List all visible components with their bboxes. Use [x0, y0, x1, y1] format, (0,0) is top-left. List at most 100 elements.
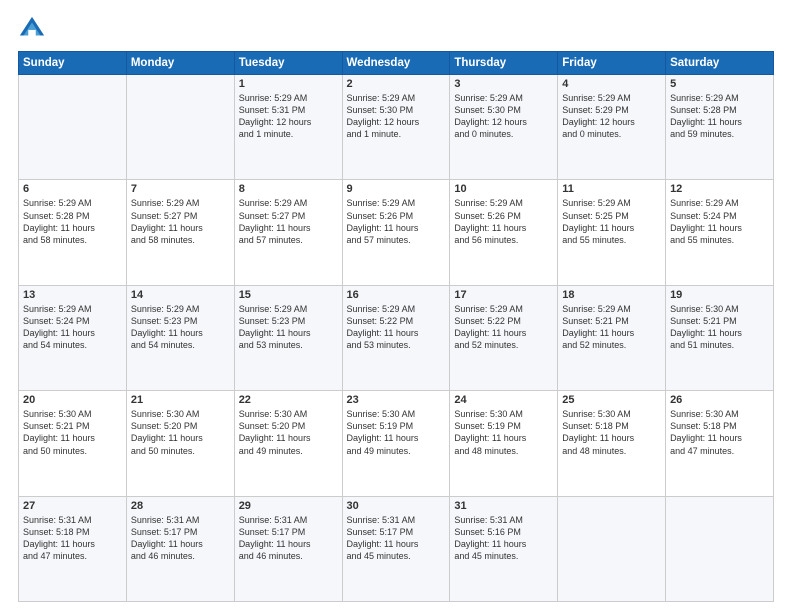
weekday-header: Tuesday [234, 52, 342, 75]
calendar-cell: 31 Sunrise: 5:31 AM Sunset: 5:16 PM Dayli… [450, 496, 558, 601]
page: SundayMondayTuesdayWednesdayThursdayFrid… [0, 0, 792, 612]
day-number: 2 [347, 78, 446, 90]
day-info: Sunrise: 5:29 AM Sunset: 5:28 PM Dayligh… [670, 92, 769, 141]
day-info: Sunrise: 5:29 AM Sunset: 5:25 PM Dayligh… [562, 197, 661, 246]
calendar-cell: 25 Sunrise: 5:30 AM Sunset: 5:18 PM Dayli… [558, 391, 666, 496]
day-number: 16 [347, 289, 446, 301]
calendar-cell: 15 Sunrise: 5:29 AM Sunset: 5:23 PM Dayli… [234, 285, 342, 390]
day-info: Sunrise: 5:29 AM Sunset: 5:28 PM Dayligh… [23, 197, 122, 246]
day-number: 8 [239, 183, 338, 195]
calendar-cell: 16 Sunrise: 5:29 AM Sunset: 5:22 PM Dayli… [342, 285, 450, 390]
day-number: 19 [670, 289, 769, 301]
day-info: Sunrise: 5:30 AM Sunset: 5:20 PM Dayligh… [131, 408, 230, 457]
calendar-cell: 12 Sunrise: 5:29 AM Sunset: 5:24 PM Dayli… [666, 180, 774, 285]
calendar-cell: 13 Sunrise: 5:29 AM Sunset: 5:24 PM Dayli… [19, 285, 127, 390]
weekday-header: Thursday [450, 52, 558, 75]
day-number: 24 [454, 394, 553, 406]
calendar-cell: 23 Sunrise: 5:30 AM Sunset: 5:19 PM Dayli… [342, 391, 450, 496]
calendar-cell: 10Sunrise: 5:29 AM Sunset: 5:26 PM Dayli… [450, 180, 558, 285]
day-number: 22 [239, 394, 338, 406]
calendar-cell: 7 Sunrise: 5:29 AM Sunset: 5:27 PM Daylig… [126, 180, 234, 285]
day-info: Sunrise: 5:29 AM Sunset: 5:23 PM Dayligh… [239, 303, 338, 352]
day-info: Sunrise: 5:29 AM Sunset: 5:23 PM Dayligh… [131, 303, 230, 352]
day-info: Sunrise: 5:29 AM Sunset: 5:27 PM Dayligh… [239, 197, 338, 246]
day-info: Sunrise: 5:29 AM Sunset: 5:22 PM Dayligh… [347, 303, 446, 352]
calendar-cell: 5 Sunrise: 5:29 AM Sunset: 5:28 PM Daylig… [666, 75, 774, 180]
day-number: 9 [347, 183, 446, 195]
calendar-cell: 14 Sunrise: 5:29 AM Sunset: 5:23 PM Dayli… [126, 285, 234, 390]
day-number: 4 [562, 78, 661, 90]
weekday-header: Wednesday [342, 52, 450, 75]
logo [18, 15, 50, 43]
day-info: Sunrise: 5:29 AM Sunset: 5:26 PM Dayligh… [454, 197, 553, 246]
day-number: 13 [23, 289, 122, 301]
day-number: 1 [239, 78, 338, 90]
day-info: Sunrise: 5:29 AM Sunset: 5:27 PM Dayligh… [131, 197, 230, 246]
calendar-week-row: 1 Sunrise: 5:29 AM Sunset: 5:31 PM Daylig… [19, 75, 774, 180]
day-info: Sunrise: 5:30 AM Sunset: 5:20 PM Dayligh… [239, 408, 338, 457]
calendar-header-row: SundayMondayTuesdayWednesdayThursdayFrid… [19, 52, 774, 75]
day-number: 30 [347, 500, 446, 512]
calendar-cell: 21 Sunrise: 5:30 AM Sunset: 5:20 PM Dayli… [126, 391, 234, 496]
day-info: Sunrise: 5:31 AM Sunset: 5:17 PM Dayligh… [239, 514, 338, 563]
calendar-cell [126, 75, 234, 180]
day-info: Sunrise: 5:30 AM Sunset: 5:21 PM Dayligh… [670, 303, 769, 352]
day-number: 31 [454, 500, 553, 512]
day-number: 20 [23, 394, 122, 406]
day-number: 29 [239, 500, 338, 512]
calendar-cell: 28Sunrise: 5:31 AM Sunset: 5:17 PM Dayli… [126, 496, 234, 601]
day-info: Sunrise: 5:29 AM Sunset: 5:24 PM Dayligh… [670, 197, 769, 246]
day-info: Sunrise: 5:29 AM Sunset: 5:26 PM Dayligh… [347, 197, 446, 246]
day-info: Sunrise: 5:31 AM Sunset: 5:17 PM Dayligh… [347, 514, 446, 563]
day-info: Sunrise: 5:30 AM Sunset: 5:19 PM Dayligh… [454, 408, 553, 457]
calendar-cell: 18 Sunrise: 5:29 AM Sunset: 5:21 PM Dayli… [558, 285, 666, 390]
day-info: Sunrise: 5:31 AM Sunset: 5:17 PM Dayligh… [131, 514, 230, 563]
day-info: Sunrise: 5:31 AM Sunset: 5:18 PM Dayligh… [23, 514, 122, 563]
calendar-week-row: 27 Sunrise: 5:31 AM Sunset: 5:18 PM Dayli… [19, 496, 774, 601]
calendar-table: SundayMondayTuesdayWednesdayThursdayFrid… [18, 51, 774, 602]
day-number: 12 [670, 183, 769, 195]
calendar-cell: 27 Sunrise: 5:31 AM Sunset: 5:18 PM Dayli… [19, 496, 127, 601]
calendar-cell: 22 Sunrise: 5:30 AM Sunset: 5:20 PM Dayli… [234, 391, 342, 496]
header [18, 15, 774, 43]
day-info: Sunrise: 5:29 AM Sunset: 5:24 PM Dayligh… [23, 303, 122, 352]
day-number: 18 [562, 289, 661, 301]
day-number: 17 [454, 289, 553, 301]
day-number: 21 [131, 394, 230, 406]
calendar-cell: 11Sunrise: 5:29 AM Sunset: 5:25 PM Dayli… [558, 180, 666, 285]
calendar-cell: 26Sunrise: 5:30 AM Sunset: 5:18 PM Dayli… [666, 391, 774, 496]
day-info: Sunrise: 5:31 AM Sunset: 5:16 PM Dayligh… [454, 514, 553, 563]
calendar-cell [558, 496, 666, 601]
logo-icon [18, 15, 46, 43]
weekday-header: Monday [126, 52, 234, 75]
day-info: Sunrise: 5:29 AM Sunset: 5:22 PM Dayligh… [454, 303, 553, 352]
calendar-cell: 4 Sunrise: 5:29 AM Sunset: 5:29 PM Daylig… [558, 75, 666, 180]
calendar-week-row: 20 Sunrise: 5:30 AM Sunset: 5:21 PM Dayli… [19, 391, 774, 496]
day-info: Sunrise: 5:29 AM Sunset: 5:29 PM Dayligh… [562, 92, 661, 141]
day-number: 14 [131, 289, 230, 301]
day-info: Sunrise: 5:29 AM Sunset: 5:31 PM Dayligh… [239, 92, 338, 141]
calendar-cell: 24 Sunrise: 5:30 AM Sunset: 5:19 PM Dayli… [450, 391, 558, 496]
calendar-cell: 2Sunrise: 5:29 AM Sunset: 5:30 PM Daylig… [342, 75, 450, 180]
day-number: 3 [454, 78, 553, 90]
day-info: Sunrise: 5:29 AM Sunset: 5:21 PM Dayligh… [562, 303, 661, 352]
day-number: 15 [239, 289, 338, 301]
calendar-cell: 1 Sunrise: 5:29 AM Sunset: 5:31 PM Daylig… [234, 75, 342, 180]
day-number: 6 [23, 183, 122, 195]
day-number: 25 [562, 394, 661, 406]
day-number: 5 [670, 78, 769, 90]
day-info: Sunrise: 5:30 AM Sunset: 5:18 PM Dayligh… [562, 408, 661, 457]
day-number: 7 [131, 183, 230, 195]
day-number: 23 [347, 394, 446, 406]
day-info: Sunrise: 5:30 AM Sunset: 5:21 PM Dayligh… [23, 408, 122, 457]
day-info: Sunrise: 5:30 AM Sunset: 5:19 PM Dayligh… [347, 408, 446, 457]
day-number: 26 [670, 394, 769, 406]
calendar-week-row: 13 Sunrise: 5:29 AM Sunset: 5:24 PM Dayli… [19, 285, 774, 390]
day-number: 27 [23, 500, 122, 512]
calendar-cell: 3 Sunrise: 5:29 AM Sunset: 5:30 PM Daylig… [450, 75, 558, 180]
weekday-header: Sunday [19, 52, 127, 75]
calendar-cell [19, 75, 127, 180]
day-info: Sunrise: 5:29 AM Sunset: 5:30 PM Dayligh… [454, 92, 553, 141]
weekday-header: Saturday [666, 52, 774, 75]
calendar-cell: 8 Sunrise: 5:29 AM Sunset: 5:27 PM Daylig… [234, 180, 342, 285]
